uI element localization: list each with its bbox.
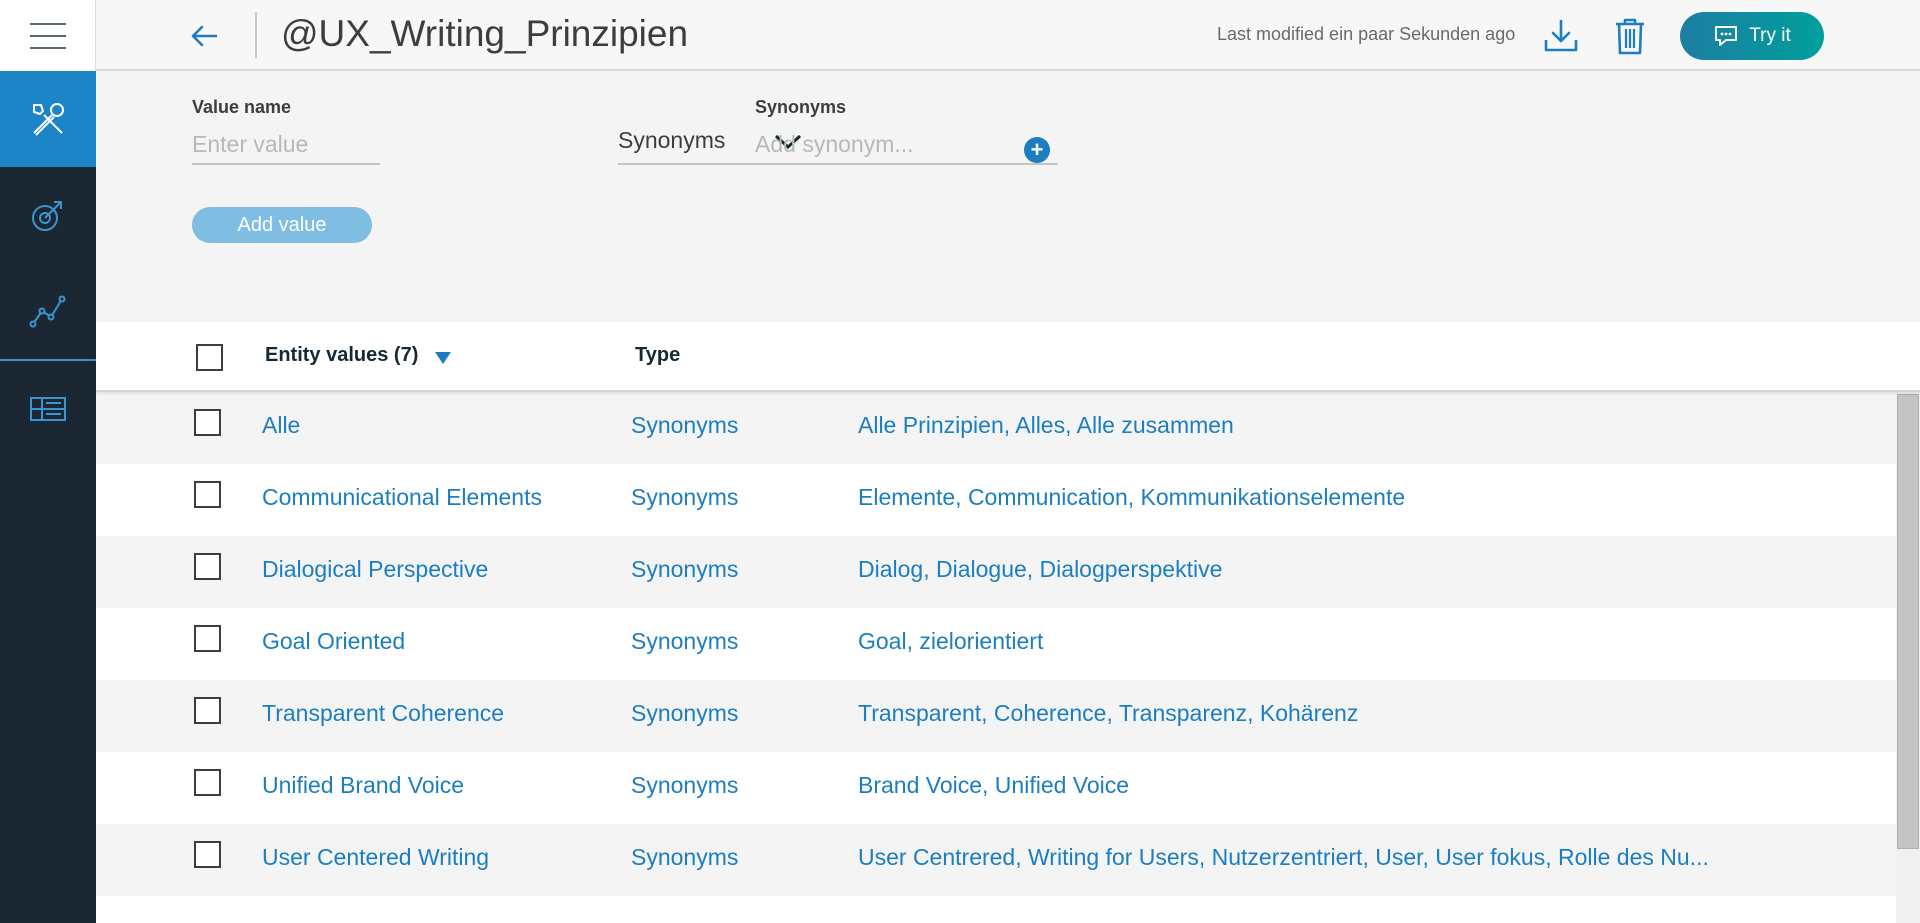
download-icon[interactable]: [1541, 16, 1581, 56]
add-value-button[interactable]: Add value: [192, 207, 372, 243]
synonyms-cell[interactable]: Dialog, Dialogue, Dialogperspektive: [858, 556, 1222, 583]
table-row[interactable]: Communicational Elements Synonyms Elemen…: [96, 464, 1896, 536]
value-name-cell[interactable]: Alle: [262, 412, 300, 439]
add-value-form: Value name Enter value Synonyms Synonyms…: [96, 73, 1920, 322]
synonyms-cell[interactable]: Goal, zielorientiert: [858, 628, 1043, 655]
type-column-header: Type: [635, 344, 681, 366]
value-name-input[interactable]: Enter value: [192, 125, 380, 165]
try-it-label: Try it: [1749, 25, 1791, 46]
entity-values-column-header[interactable]: Entity values (7): [265, 344, 418, 367]
sidebar-item-analytics[interactable]: [0, 263, 96, 359]
try-it-button[interactable]: Try it: [1680, 12, 1824, 60]
value-name-cell[interactable]: Dialogical Perspective: [262, 556, 488, 583]
synonyms-cell[interactable]: Alle Prinzipien, Alles, Alle zusammen: [858, 412, 1234, 439]
synonyms-cell[interactable]: Elemente, Communication, Kommunikationse…: [858, 484, 1405, 511]
synonyms-cell[interactable]: Transparent, Coherence, Transparenz, Koh…: [858, 700, 1358, 727]
back-arrow-icon[interactable]: [186, 18, 226, 54]
sidebar-item-improve[interactable]: [0, 167, 96, 263]
row-checkbox[interactable]: [194, 481, 221, 508]
tools-icon: [33, 103, 64, 136]
table-row[interactable]: Alle Synonyms Alle Prinzipien, Alles, Al…: [96, 392, 1896, 464]
value-type-cell[interactable]: Synonyms: [631, 772, 738, 799]
row-checkbox[interactable]: [194, 769, 221, 796]
analytics-graph-icon: [29, 295, 66, 328]
value-type-cell[interactable]: Synonyms: [631, 484, 738, 511]
row-checkbox[interactable]: [194, 841, 221, 868]
value-type-cell[interactable]: Synonyms: [631, 700, 738, 727]
add-synonym-plus-icon[interactable]: +: [1024, 137, 1050, 163]
table-row[interactable]: Dialogical Perspective Synonyms Dialog, …: [96, 536, 1896, 608]
select-all-checkbox[interactable]: [196, 344, 223, 371]
sidebar-item-build[interactable]: [0, 71, 96, 167]
delete-trash-icon[interactable]: [1610, 16, 1650, 56]
last-modified-text: Last modified ein paar Sekunden ago: [1217, 24, 1516, 44]
table-row[interactable]: Goal Oriented Synonyms Goal, zielorienti…: [96, 608, 1896, 680]
intent-target-icon: [32, 201, 62, 231]
value-name-cell[interactable]: Goal Oriented: [262, 628, 405, 655]
sidebar-item-entities[interactable]: [0, 361, 96, 457]
row-checkbox[interactable]: [194, 697, 221, 724]
entity-title[interactable]: @UX_Writing_Prinzipien: [281, 12, 688, 56]
header-divider: [255, 12, 257, 58]
top-header: @UX_Writing_Prinzipien Last modified ein…: [0, 0, 1920, 71]
value-type-cell[interactable]: Synonyms: [631, 412, 738, 439]
value-type-cell[interactable]: Synonyms: [631, 844, 738, 871]
chat-bubble-icon: [1715, 26, 1738, 46]
value-type-cell[interactable]: Synonyms: [631, 556, 738, 583]
entity-table-icon: [30, 397, 66, 421]
row-checkbox[interactable]: [194, 625, 221, 652]
value-type-cell[interactable]: Synonyms: [631, 628, 738, 655]
entity-values-table: Alle Synonyms Alle Prinzipien, Alles, Al…: [96, 392, 1896, 923]
table-row[interactable]: User Centered Writing Synonyms User Cent…: [96, 824, 1896, 896]
table-scrollbar-thumb[interactable]: [1897, 394, 1919, 849]
table-row[interactable]: Unified Brand Voice Synonyms Brand Voice…: [96, 752, 1896, 824]
table-header: Entity values (7) Type: [96, 322, 1920, 392]
hamburger-menu-icon[interactable]: [0, 0, 96, 71]
left-sidebar: [0, 71, 96, 923]
synonym-input[interactable]: Add synonym...: [755, 125, 1058, 165]
row-checkbox[interactable]: [194, 553, 221, 580]
value-name-cell[interactable]: Communicational Elements: [262, 484, 542, 511]
table-row-empty: [96, 896, 1896, 923]
synonyms-cell[interactable]: Brand Voice, Unified Voice: [858, 772, 1129, 799]
value-name-cell[interactable]: Transparent Coherence: [262, 700, 504, 727]
synonyms-label: Synonyms: [755, 97, 847, 117]
value-name-label: Value name: [192, 97, 292, 117]
sort-down-icon[interactable]: [435, 352, 451, 364]
table-row[interactable]: Transparent Coherence Synonyms Transpare…: [96, 680, 1896, 752]
value-name-cell[interactable]: Unified Brand Voice: [262, 772, 464, 799]
type-select-value: Synonyms: [618, 127, 726, 153]
row-checkbox[interactable]: [194, 409, 221, 436]
synonyms-cell[interactable]: User Centrered, Writing for Users, Nutze…: [858, 844, 1709, 871]
value-name-cell[interactable]: User Centered Writing: [262, 844, 489, 871]
